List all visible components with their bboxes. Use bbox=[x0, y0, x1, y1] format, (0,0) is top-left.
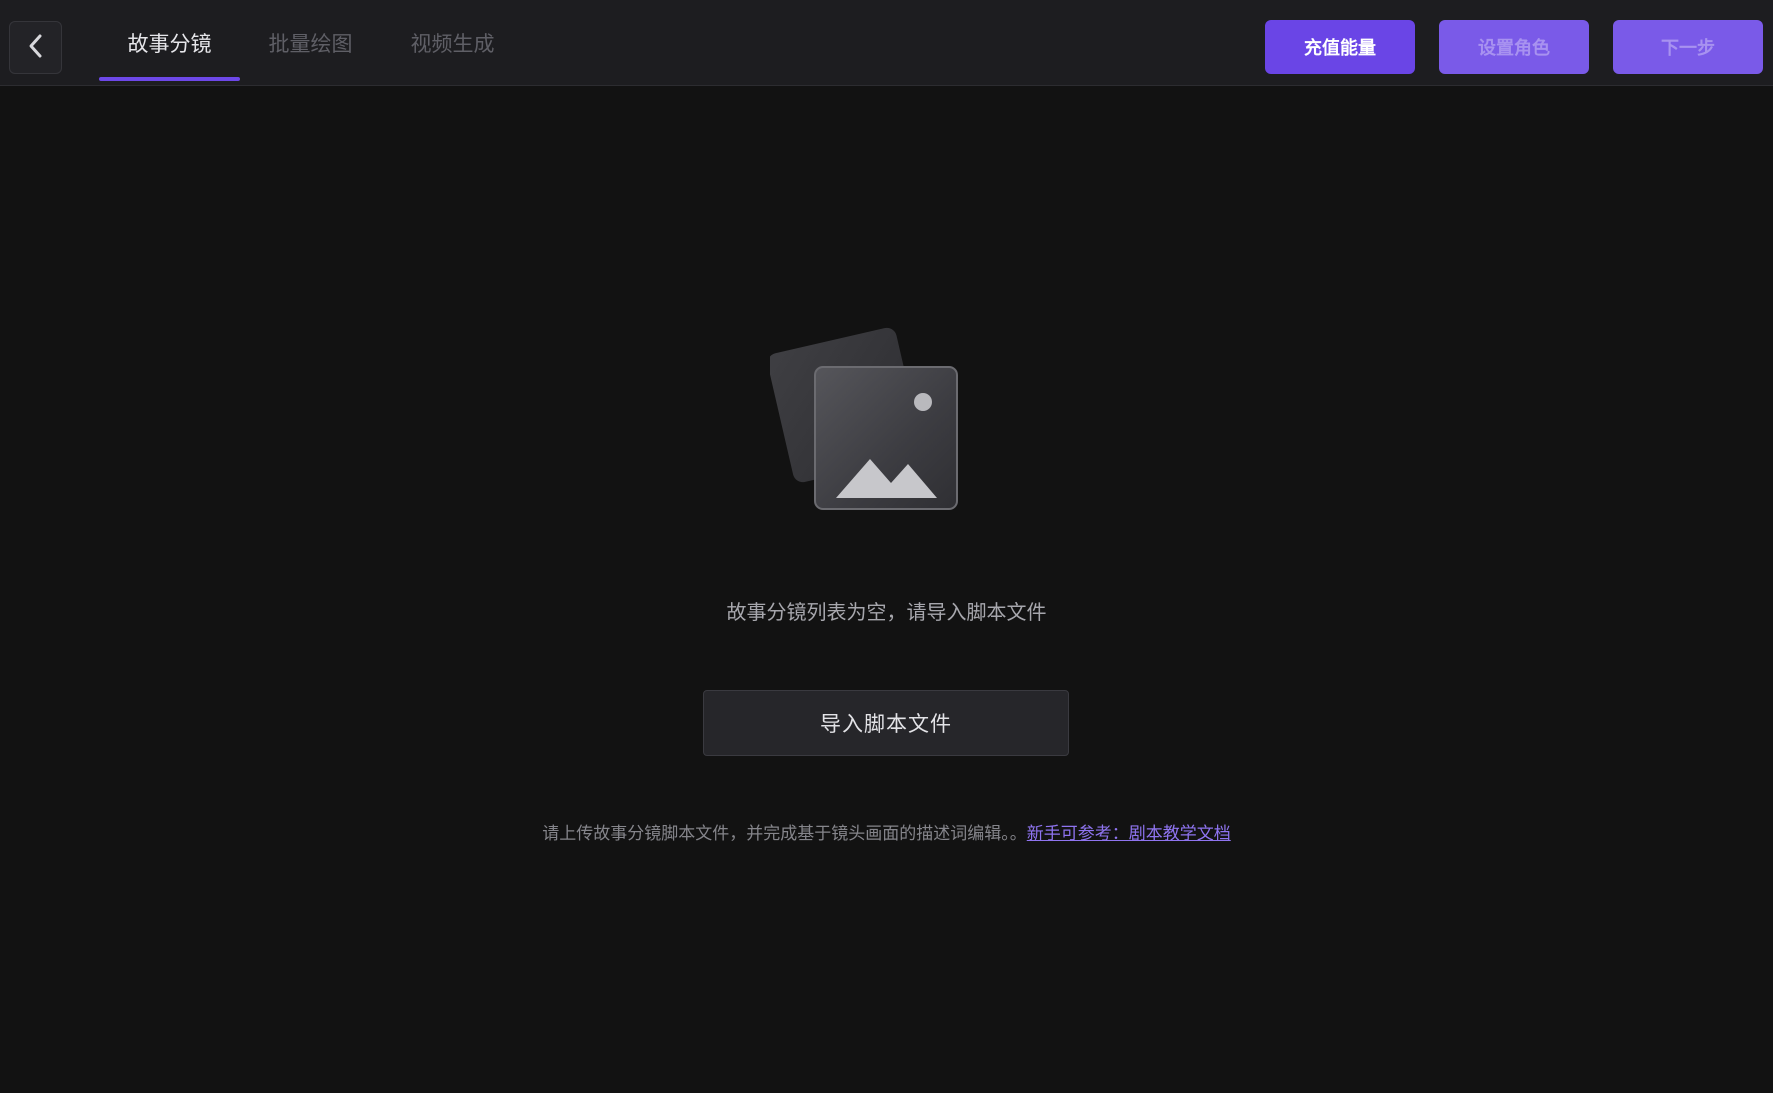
tab-storyboard[interactable]: 故事分镜 bbox=[99, 0, 240, 86]
empty-list-message: 故事分镜列表为空，请导入脚本文件 bbox=[726, 600, 1047, 624]
tab-video-generation[interactable]: 视频生成 bbox=[392, 0, 513, 86]
back-button[interactable] bbox=[9, 21, 62, 74]
chevron-left-icon bbox=[26, 33, 46, 63]
next-step-button[interactable]: 下一步 bbox=[1613, 20, 1763, 74]
import-script-button[interactable]: 导入脚本文件 bbox=[703, 690, 1069, 756]
upload-hint-text: 请上传故事分镜脚本文件，并完成基于镜头画面的描述词编辑。。 bbox=[542, 824, 1027, 844]
tab-batch-drawing[interactable]: 批量绘图 bbox=[250, 0, 371, 86]
recharge-energy-button[interactable]: 充值能量 bbox=[1265, 20, 1415, 74]
top-bar: 故事分镜 批量绘图 视频生成 充值能量 设置角色 下一步 bbox=[0, 0, 1773, 86]
tutorial-doc-link[interactable]: 新手可参考：剧本教学文档 bbox=[1027, 824, 1231, 844]
active-tab-indicator bbox=[99, 77, 240, 81]
upload-hint: 请上传故事分镜脚本文件，并完成基于镜头画面的描述词编辑。。新手可参考：剧本教学文… bbox=[0, 819, 1773, 844]
image-placeholder-icon bbox=[767, 322, 960, 512]
set-role-button[interactable]: 设置角色 bbox=[1439, 20, 1589, 74]
